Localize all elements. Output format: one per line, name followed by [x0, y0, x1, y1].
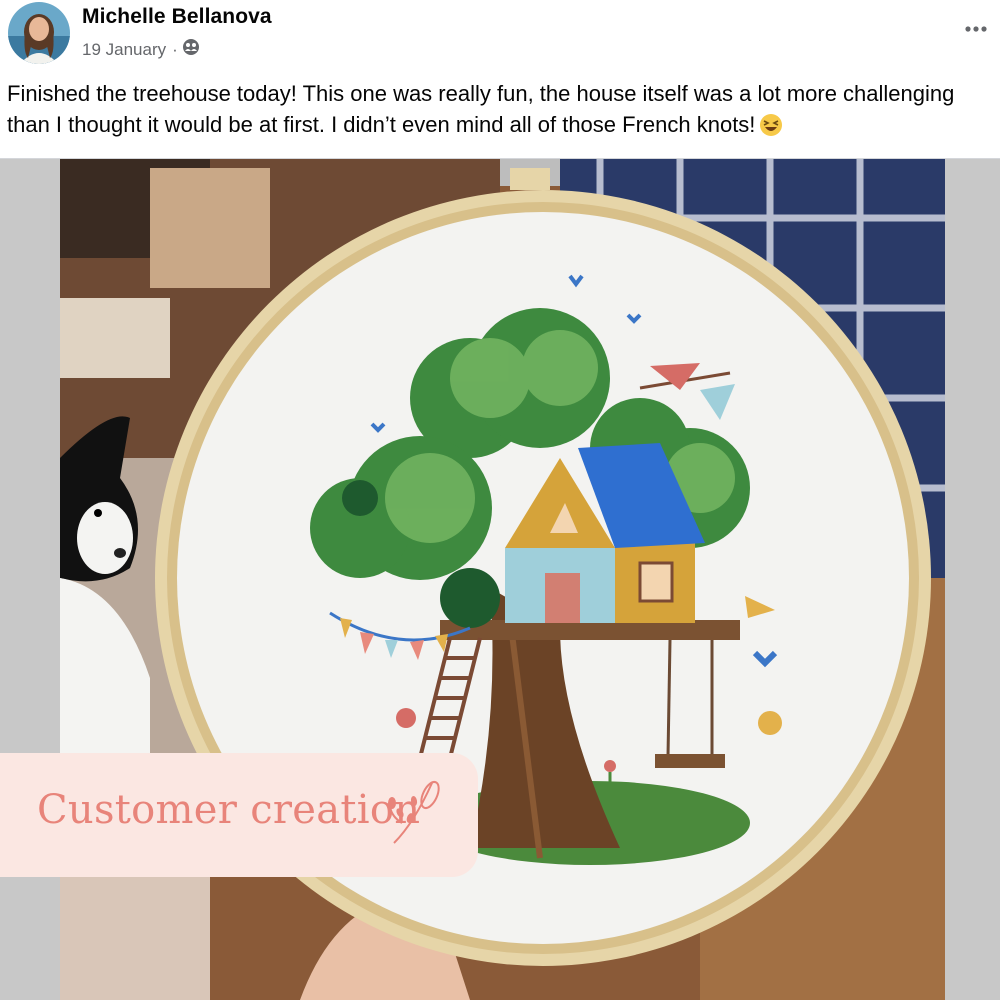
- post-meta: 19 January ·: [82, 38, 200, 61]
- meta-separator: ·: [172, 39, 178, 59]
- author-name[interactable]: Michelle Bellanova: [82, 5, 272, 29]
- post-body: Finished the treehouse today! This one w…: [7, 81, 955, 137]
- laughing-face-emoji: [759, 113, 783, 145]
- customer-creation-label: Customer creation: [37, 787, 421, 833]
- post-text: Finished the treehouse today! This one w…: [7, 78, 997, 145]
- more-options-icon[interactable]: [958, 14, 994, 44]
- friends-icon[interactable]: [182, 38, 200, 61]
- post-header: Michelle Bellanova 19 January · Finished…: [0, 0, 1000, 159]
- customer-creation-badge: Customer creation: [0, 753, 478, 877]
- post-date[interactable]: 19 January: [82, 40, 166, 60]
- flower-sprig-icon: [388, 780, 440, 844]
- avatar[interactable]: [8, 2, 70, 64]
- avatar-photo: [8, 2, 70, 64]
